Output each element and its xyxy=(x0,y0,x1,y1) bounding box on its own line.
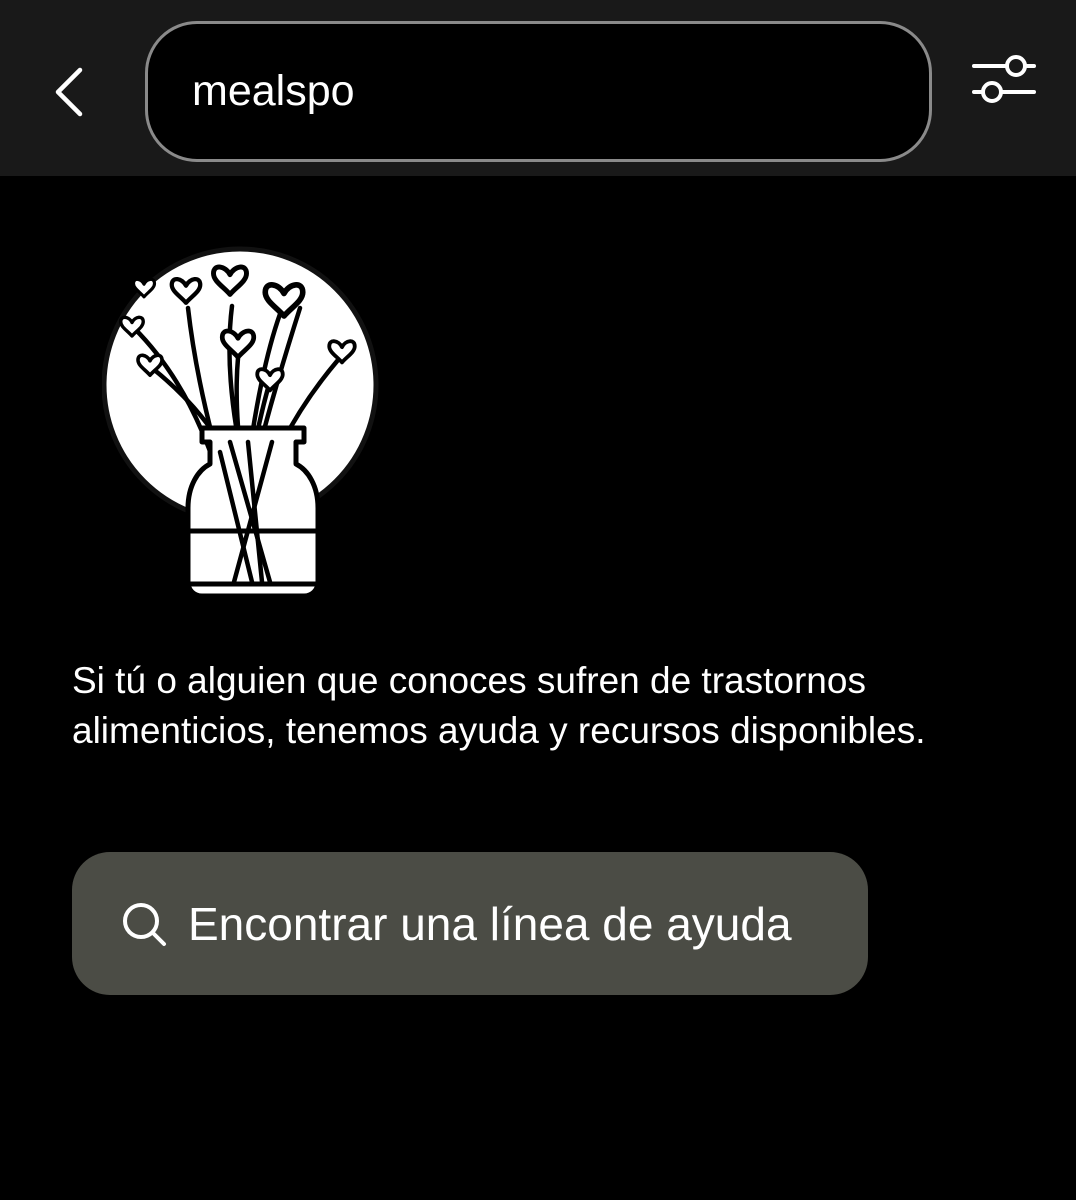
search-icon xyxy=(123,902,166,946)
find-helpline-button[interactable]: Encontrar una línea de ayuda xyxy=(72,852,868,995)
find-helpline-label: Encontrar una línea de ayuda xyxy=(188,897,792,950)
support-message: Si tú o alguien que conoces sufren de tr… xyxy=(72,660,926,751)
top-bar xyxy=(0,0,1076,176)
vase-with-heart-flowers-icon xyxy=(101,246,382,602)
back-button[interactable] xyxy=(40,58,100,126)
search-field[interactable] xyxy=(145,21,932,162)
sliders-icon xyxy=(972,55,1036,103)
chevron-left-icon xyxy=(55,67,83,117)
filter-button[interactable] xyxy=(966,52,1042,112)
search-input[interactable] xyxy=(192,67,872,116)
